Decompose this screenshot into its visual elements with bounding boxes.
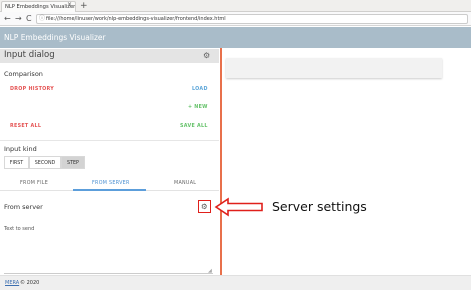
kind-step-button[interactable]: STEP <box>61 156 85 169</box>
url-text: file:///home/linuser/work/nlp-embeddings… <box>46 16 226 22</box>
kind-second-button[interactable]: SECOND <box>29 156 61 169</box>
panel-divider[interactable] <box>220 48 222 275</box>
dialog-title: Input dialog <box>4 50 55 60</box>
save-all-button[interactable]: SAVE ALL <box>180 124 208 129</box>
footer <box>0 275 471 290</box>
text-to-send-field[interactable] <box>4 273 213 274</box>
active-tab-indicator <box>73 189 146 191</box>
kind-first-button[interactable]: FIRST <box>4 156 29 169</box>
annotation-arrow-icon <box>214 197 263 217</box>
new-tab-icon[interactable]: + <box>80 0 88 12</box>
drop-history-button[interactable]: DROP HISTORY <box>10 87 54 92</box>
new-button[interactable]: + NEW <box>188 105 208 110</box>
load-button[interactable]: LOAD <box>192 87 208 92</box>
resize-handle-icon[interactable]: ◢ <box>208 268 212 274</box>
tab-from-file[interactable]: FROM FILE <box>20 181 48 186</box>
info-icon[interactable]: ⓘ <box>39 15 45 23</box>
reset-all-button[interactable]: RESET ALL <box>10 124 41 129</box>
section-divider <box>0 140 219 141</box>
close-tab-icon[interactable]: × <box>67 1 72 8</box>
annotation-label: Server settings <box>272 199 367 214</box>
forward-arrow-icon[interactable]: → <box>15 12 22 26</box>
content-card <box>226 58 442 78</box>
from-server-heading: From server <box>4 203 43 211</box>
gear-icon[interactable]: ⚙ <box>203 51 210 60</box>
browser-tab[interactable]: NLP Embeddings Visualizer <box>1 1 76 12</box>
browser-tab-title: NLP Embeddings Visualizer <box>5 4 76 10</box>
reload-icon[interactable]: C <box>26 12 32 26</box>
input-kind-heading: Input kind <box>4 145 37 153</box>
footer-copyright: © 2020 <box>20 280 40 286</box>
tab-manual[interactable]: MANUAL <box>174 181 196 186</box>
text-to-send-label: Text to send <box>4 226 35 232</box>
tab-from-server[interactable]: FROM SERVER <box>92 181 130 186</box>
url-bar[interactable]: file:///home/linuser/work/nlp-embeddings… <box>36 14 468 24</box>
server-settings-gear-icon[interactable]: ⚙ <box>201 202 208 211</box>
back-arrow-icon[interactable]: ← <box>4 12 11 26</box>
app-title: NLP Embeddings Visualizer <box>4 33 106 42</box>
comparison-heading: Comparison <box>4 70 43 78</box>
footer-mera-link[interactable]: MERA <box>5 280 19 286</box>
